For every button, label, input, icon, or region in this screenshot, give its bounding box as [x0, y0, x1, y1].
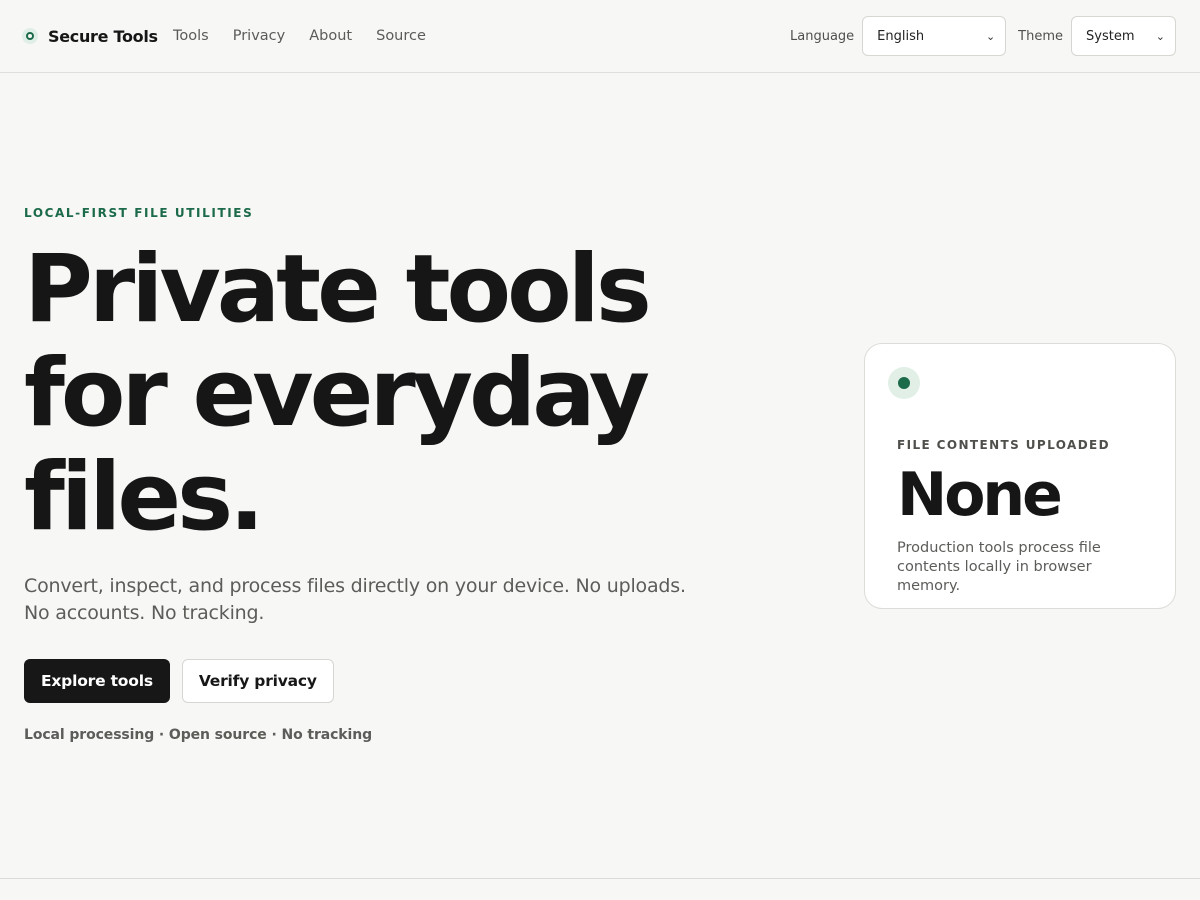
nav-link-tools[interactable]: Tools [173, 28, 209, 44]
brand[interactable]: Secure Tools [22, 24, 158, 48]
explore-tools-button[interactable]: Explore tools [24, 659, 170, 703]
theme-label: Theme [1018, 28, 1063, 44]
language-label: Language [790, 28, 855, 44]
status-dot-icon [888, 367, 920, 399]
nav-link-source[interactable]: Source [376, 28, 426, 44]
card-description: Production tools process file contents l… [897, 540, 1101, 594]
header-controls: Language English ⌄ Theme System ⌄ [790, 16, 1176, 56]
section-divider [0, 878, 1200, 879]
theme-select-value: System [1086, 28, 1135, 44]
hero-title-line: files. [24, 443, 265, 552]
hero-eyebrow: LOCAL-FIRST FILE UTILITIES [24, 206, 254, 220]
chevron-down-icon: ⌄ [985, 29, 996, 43]
brand-logo-icon [22, 28, 38, 44]
hero-title-line: Private tools [24, 235, 652, 344]
site-header: Secure Tools Tools Privacy About Source … [0, 0, 1200, 73]
hero-title-line: for everyday [24, 339, 650, 448]
verify-privacy-button[interactable]: Verify privacy [181, 659, 334, 703]
theme-select[interactable]: System ⌄ [1071, 16, 1176, 56]
chevron-down-icon: ⌄ [1155, 29, 1165, 43]
brand-name: Secure Tools [48, 26, 158, 46]
nav-link-privacy[interactable]: Privacy [233, 28, 286, 44]
card-value: None [897, 460, 1063, 530]
privacy-status-card: FILE CONTENTS UPLOADED None Production t… [864, 343, 1176, 609]
language-select-value: English [877, 28, 925, 44]
main-nav: Tools Privacy About Source [173, 25, 450, 47]
hero-cta-row: Explore tools Verify privacy [24, 659, 334, 703]
card-label: FILE CONTENTS UPLOADED [897, 438, 1111, 452]
nav-link-about[interactable]: About [309, 28, 352, 44]
hero-subtitle: Convert, inspect, and process files dire… [24, 575, 686, 624]
hero-title: Private tools for everyday files. [24, 238, 724, 550]
language-select[interactable]: English ⌄ [862, 16, 1007, 56]
hero-meta: Local processing · Open source · No trac… [24, 727, 373, 743]
